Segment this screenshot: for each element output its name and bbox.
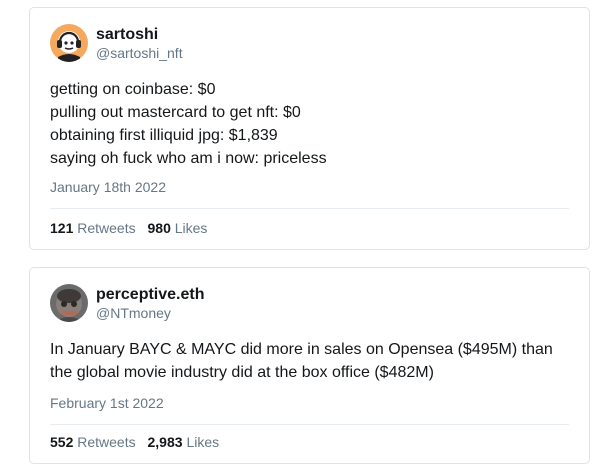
divider	[50, 424, 569, 425]
retweets-label[interactable]: Retweets	[77, 434, 135, 450]
sartoshi-avatar-icon[interactable]	[50, 24, 88, 62]
tweet-stats: 552 Retweets 2,983 Likes	[50, 434, 219, 450]
likes-label[interactable]: Likes	[175, 220, 208, 236]
perceptive-avatar-icon[interactable]	[50, 284, 88, 322]
retweet-count: 552	[50, 434, 74, 450]
tweet-date[interactable]: January 18th 2022	[50, 179, 166, 195]
tweet-date[interactable]: February 1st 2022	[50, 395, 164, 411]
divider	[50, 208, 569, 209]
tweet-text: In January BAYC & MAYC did more in sales…	[50, 338, 569, 384]
tweet-text: getting on coinbase: $0 pulling out mast…	[50, 78, 569, 170]
user-names: sartoshi @sartoshi_nft	[96, 25, 183, 62]
tweet-text-line: In January BAYC & MAYC did more in sales…	[50, 341, 553, 358]
display-name[interactable]: perceptive.eth	[96, 285, 204, 304]
tweet-text-line: obtaining first illiquid jpg: $1,839	[50, 127, 278, 144]
retweets-label[interactable]: Retweets	[77, 220, 135, 236]
user-handle[interactable]: @NTmoney	[96, 304, 204, 322]
tweet-header: sartoshi @sartoshi_nft	[50, 23, 183, 63]
likes-label[interactable]: Likes	[186, 434, 219, 450]
tweet-card[interactable]: sartoshi @sartoshi_nft getting on coinba…	[29, 7, 590, 250]
display-name[interactable]: sartoshi	[96, 25, 183, 44]
tweet-stats: 121 Retweets 980 Likes	[50, 220, 207, 236]
tweet-card[interactable]: perceptive.eth @NTmoney In January BAYC …	[29, 267, 590, 464]
tweet-text-line: saying oh fuck who am i now: priceless	[50, 150, 327, 167]
user-handle[interactable]: @sartoshi_nft	[96, 44, 183, 62]
tweet-text-line: getting on coinbase: $0	[50, 81, 216, 98]
like-count: 2,983	[147, 434, 183, 450]
tweet-header: perceptive.eth @NTmoney	[50, 283, 204, 323]
tweet-text-line: the global movie industry did at the box…	[50, 364, 434, 381]
user-names: perceptive.eth @NTmoney	[96, 285, 204, 322]
retweet-count: 121	[50, 220, 74, 236]
like-count: 980	[147, 220, 171, 236]
tweet-text-line: pulling out mastercard to get nft: $0	[50, 104, 301, 121]
